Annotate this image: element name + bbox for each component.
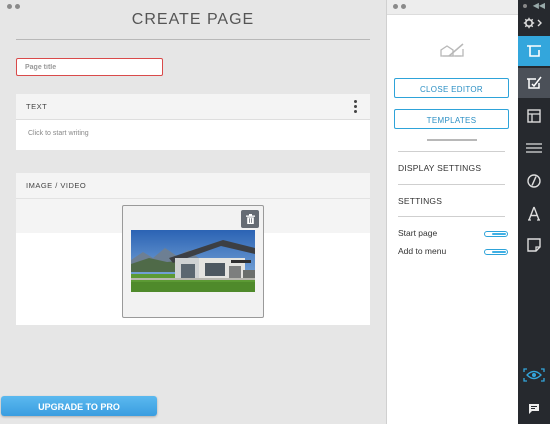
collapse-icon[interactable]: ◀◀ bbox=[533, 1, 545, 10]
upgrade-button[interactable]: UPGRADE TO PRO bbox=[1, 396, 157, 416]
text-block-header: TEXT bbox=[16, 94, 370, 120]
panel-titlebar bbox=[387, 0, 518, 15]
house-photo[interactable] bbox=[131, 230, 255, 292]
image-video-block: IMAGE / VIDEO bbox=[16, 173, 370, 325]
tool-sidebar: ◀◀ bbox=[518, 0, 550, 424]
templates-button[interactable]: TEMPLATES bbox=[394, 109, 509, 129]
trash-icon[interactable] bbox=[241, 210, 259, 228]
panel-rule bbox=[398, 184, 505, 185]
add-to-menu-label: Add to menu bbox=[398, 246, 447, 256]
layout-icon[interactable] bbox=[518, 101, 550, 131]
edit-icon[interactable] bbox=[518, 68, 550, 98]
add-to-menu-toggle[interactable] bbox=[484, 249, 508, 255]
panel-window-controls[interactable] bbox=[393, 4, 406, 9]
start-page-label: Start page bbox=[398, 228, 438, 238]
chat-icon[interactable] bbox=[518, 394, 550, 424]
menu-icon[interactable] bbox=[518, 133, 550, 163]
media-block-header: IMAGE / VIDEO bbox=[16, 173, 370, 199]
settings-link[interactable]: SETTINGS bbox=[398, 196, 442, 206]
text-block[interactable]: TEXT Click to start writing bbox=[16, 94, 370, 150]
text-block-label: TEXT bbox=[26, 102, 48, 111]
settings-panel: CLOSE EDITOR TEMPLATES DISPLAY SETTINGS … bbox=[386, 0, 518, 424]
heading-divider bbox=[16, 39, 370, 40]
preview-icon[interactable] bbox=[518, 360, 550, 390]
settings-icon[interactable] bbox=[518, 10, 550, 36]
close-editor-button[interactable]: CLOSE EDITOR bbox=[394, 78, 509, 98]
panel-rule bbox=[398, 151, 505, 152]
add-to-menu-row: Add to menu bbox=[398, 246, 508, 258]
display-settings-link[interactable]: DISPLAY SETTINGS bbox=[398, 163, 481, 173]
design-icon[interactable] bbox=[518, 166, 550, 196]
window-controls[interactable] bbox=[7, 4, 20, 9]
media-card[interactable] bbox=[122, 205, 264, 318]
page-title-input[interactable] bbox=[16, 58, 163, 76]
editor-area: CREATE PAGE TEXT Click to start writing … bbox=[0, 0, 386, 424]
template-icon[interactable] bbox=[518, 230, 550, 260]
panel-rule bbox=[398, 216, 505, 217]
editor-logo-icon bbox=[439, 41, 465, 64]
panel-divider bbox=[427, 139, 477, 141]
font-icon[interactable] bbox=[518, 198, 550, 228]
window-dot[interactable] bbox=[523, 4, 527, 8]
text-editor-field[interactable]: Click to start writing bbox=[16, 120, 370, 137]
media-block-label: IMAGE / VIDEO bbox=[26, 181, 87, 190]
start-page-toggle[interactable] bbox=[484, 231, 508, 237]
start-page-row: Start page bbox=[398, 228, 508, 240]
page-heading: CREATE PAGE bbox=[131, 11, 255, 28]
page-icon[interactable] bbox=[518, 36, 550, 66]
more-options-icon[interactable] bbox=[354, 100, 357, 115]
